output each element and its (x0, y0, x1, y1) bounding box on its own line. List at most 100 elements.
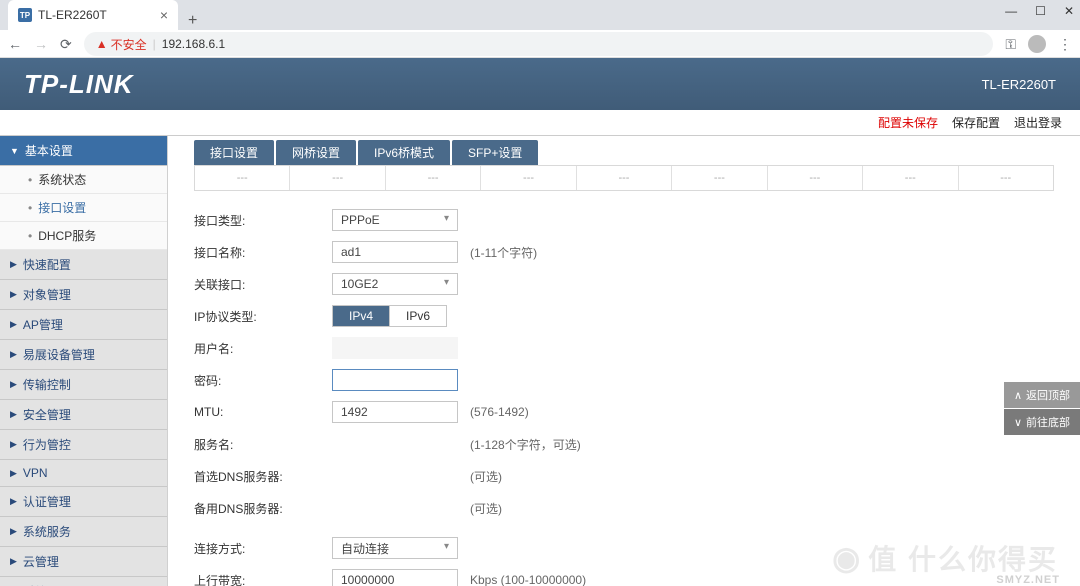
sidebar: ▼基本设置 系统状态 接口设置 DHCP服务 ▶快速配置 ▶对象管理 ▶AP管理… (0, 136, 168, 586)
port-slots-row: --- --- --- --- --- --- --- --- --- (194, 165, 1054, 191)
app-header: TP-LINK TL-ER2260T (0, 58, 1080, 110)
chevron-right-icon: ▶ (10, 468, 17, 479)
new-tab-button[interactable]: + (178, 12, 207, 30)
insecure-icon: ▲ 不安全 (96, 36, 147, 53)
chevron-down-icon: ∨ (1014, 416, 1022, 429)
tab-bridge[interactable]: 网桥设置 (276, 140, 356, 165)
menu-icon[interactable]: ⋮ (1058, 36, 1072, 53)
content-panel: 接口设置 网桥设置 IPv6桥模式 SFP+设置 --- --- --- ---… (168, 136, 1080, 586)
sidebar-item-dhcp[interactable]: DHCP服务 (0, 222, 167, 250)
port-slot[interactable]: --- (959, 166, 1053, 190)
label-conn: 连接方式: (194, 540, 332, 557)
label-up: 上行带宽: (194, 572, 332, 586)
minimize-icon[interactable]: — (1005, 4, 1017, 18)
port-slot[interactable]: --- (386, 166, 481, 190)
input-mtu[interactable] (332, 401, 458, 423)
sidebar-group-transport[interactable]: ▶传输控制 (0, 370, 167, 400)
scroll-top-button[interactable]: ∧返回顶部 (1004, 382, 1080, 408)
port-slot[interactable]: --- (863, 166, 958, 190)
chevron-right-icon: ▶ (10, 496, 17, 507)
top-action-bar: 配置未保存 保存配置 退出登录 (0, 110, 1080, 136)
label-assoc: 关联接口: (194, 276, 332, 293)
hint-mtu: (576-1492) (470, 405, 529, 419)
chevron-right-icon: ▶ (10, 409, 17, 420)
tab-interface[interactable]: 接口设置 (194, 140, 274, 165)
model-label: TL-ER2260T (982, 77, 1056, 92)
hint-dns1: (可选) (470, 468, 502, 485)
chevron-right-icon: ▶ (10, 349, 17, 360)
window-controls: — ☐ ✕ (1005, 4, 1074, 18)
sidebar-item-interface[interactable]: 接口设置 (0, 194, 167, 222)
sidebar-group-quick[interactable]: ▶快速配置 (0, 250, 167, 280)
label-if-type: 接口类型: (194, 212, 332, 229)
input-if-name[interactable] (332, 241, 458, 263)
hint-up: Kbps (100-10000000) (470, 573, 586, 586)
chevron-right-icon: ▶ (10, 556, 17, 567)
sidebar-group-vpn[interactable]: ▶VPN (0, 460, 167, 487)
back-icon[interactable]: ← (8, 36, 22, 52)
sidebar-group-mesh[interactable]: ▶易展设备管理 (0, 340, 167, 370)
chevron-down-icon: ▼ (10, 146, 19, 156)
favicon: TP (18, 8, 32, 22)
key-icon[interactable]: ⚿ (1005, 36, 1016, 53)
input-up[interactable] (332, 569, 458, 586)
port-slot[interactable]: --- (672, 166, 767, 190)
watermark: ◉值 什么你得买 (832, 538, 1058, 578)
forward-icon[interactable]: → (34, 36, 48, 52)
sidebar-group-ap[interactable]: ▶AP管理 (0, 310, 167, 340)
content-tabs: 接口设置 网桥设置 IPv6桥模式 SFP+设置 (168, 136, 1080, 165)
sidebar-group-cloud[interactable]: ▶云管理 (0, 547, 167, 577)
label-dns2: 备用DNS服务器: (194, 500, 332, 517)
scroll-bottom-button[interactable]: ∨前往底部 (1004, 409, 1080, 435)
sidebar-group-basic[interactable]: ▼基本设置 (0, 136, 167, 166)
sidebar-group-behavior[interactable]: ▶行为管控 (0, 430, 167, 460)
chevron-right-icon: ▶ (10, 526, 17, 537)
browser-tab[interactable]: TP TL-ER2260T × (8, 0, 178, 30)
sidebar-group-services[interactable]: ▶系统服务 (0, 517, 167, 547)
port-slot[interactable]: --- (290, 166, 385, 190)
brand-logo: TP-LINK (24, 69, 134, 100)
maximize-icon[interactable]: ☐ (1035, 4, 1046, 18)
port-slot[interactable]: --- (481, 166, 576, 190)
save-config-link[interactable]: 保存配置 (952, 114, 1000, 131)
chevron-right-icon: ▶ (10, 439, 17, 450)
main-area: ▼基本设置 系统状态 接口设置 DHCP服务 ▶快速配置 ▶对象管理 ▶AP管理… (0, 136, 1080, 586)
sidebar-group-object[interactable]: ▶对象管理 (0, 280, 167, 310)
hint-if-name: (1-11个字符) (470, 244, 537, 261)
chevron-up-icon: ∧ (1014, 389, 1022, 402)
seg-ipv6[interactable]: IPv6 (390, 306, 446, 326)
tab-strip: TP TL-ER2260T × + — ☐ ✕ (0, 0, 1080, 30)
profile-icon[interactable] (1028, 35, 1046, 53)
address-bar: ← → ⟳ ▲ 不安全 | 192.168.6.1 ⚿ ⋮ (0, 30, 1080, 58)
seg-ipv4[interactable]: IPv4 (333, 306, 390, 326)
segment-ipproto: IPv4IPv6 (332, 305, 447, 327)
label-svc: 服务名: (194, 436, 332, 453)
input-username[interactable] (332, 337, 458, 359)
watermark-sub: SMYZ.NET (996, 574, 1060, 586)
close-tab-icon[interactable]: × (160, 7, 168, 23)
sidebar-group-security[interactable]: ▶安全管理 (0, 400, 167, 430)
browser-chrome: TP TL-ER2260T × + — ☐ ✕ ← → ⟳ ▲ 不安全 | 19… (0, 0, 1080, 58)
sidebar-group-tools[interactable]: ▶系统工具 (0, 577, 167, 586)
reload-icon[interactable]: ⟳ (60, 36, 72, 53)
port-slot[interactable]: --- (577, 166, 672, 190)
tab-ipv6bridge[interactable]: IPv6桥模式 (358, 140, 450, 165)
label-mtu: MTU: (194, 405, 332, 419)
select-conn[interactable]: 自动连接 (332, 537, 458, 559)
input-password[interactable] (332, 369, 458, 391)
hint-svc: (1-128个字符，可选) (470, 436, 581, 453)
close-window-icon[interactable]: ✕ (1064, 4, 1074, 18)
sidebar-group-auth[interactable]: ▶认证管理 (0, 487, 167, 517)
chevron-right-icon: ▶ (10, 259, 17, 270)
label-if-name: 接口名称: (194, 244, 332, 261)
select-assoc[interactable]: 10GE2 (332, 273, 458, 295)
port-slot[interactable]: --- (195, 166, 290, 190)
select-if-type[interactable]: PPPoE (332, 209, 458, 231)
sidebar-item-status[interactable]: 系统状态 (0, 166, 167, 194)
scroll-helper: ∧返回顶部 ∨前往底部 (1004, 382, 1080, 436)
label-ipproto: IP协议类型: (194, 308, 332, 325)
url-input[interactable]: ▲ 不安全 | 192.168.6.1 (84, 32, 994, 56)
port-slot[interactable]: --- (768, 166, 863, 190)
tab-sfp[interactable]: SFP+设置 (452, 140, 538, 165)
logout-link[interactable]: 退出登录 (1014, 114, 1062, 131)
